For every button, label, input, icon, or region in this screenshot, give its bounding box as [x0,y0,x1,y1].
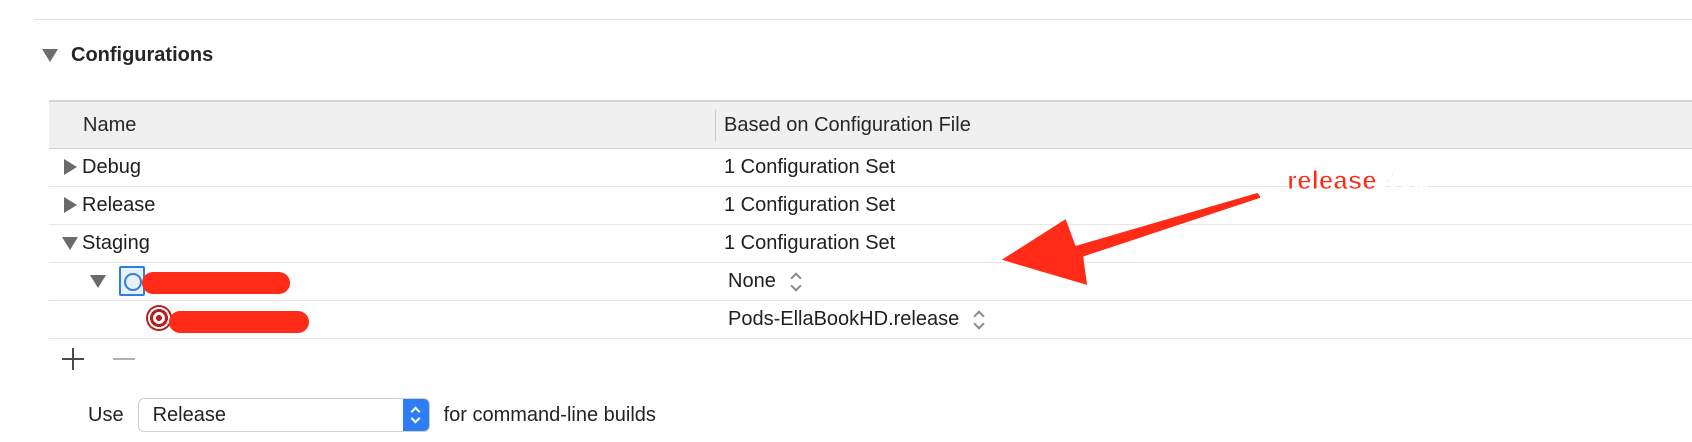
disclosure-triangle-down-icon[interactable] [90,275,106,288]
config-file: 1 Configuration Set [724,194,896,216]
annotation-arrow-icon [1000,191,1260,287]
command-line-suffix-label: for command-line builds [443,403,656,426]
table-header: Name Based on Configuration File [49,102,1692,149]
config-name: Staging [82,232,150,254]
configurations-table: Name Based on Configuration File Debug 1… [49,100,1692,344]
disclosure-triangle-down-icon[interactable] [42,48,58,62]
config-file: 1 Configuration Set [724,156,896,178]
stepper-arrows-icon[interactable] [973,309,985,331]
table-row-debug[interactable]: Debug 1 Configuration Set [49,148,1692,187]
config-file-value: None [728,270,776,292]
stepper-arrows-icon[interactable] [790,271,802,293]
column-header-configuration-file[interactable]: Based on Configuration File [724,102,971,148]
redaction-mark [169,311,309,333]
use-label: Use [88,403,124,426]
section-title: Configurations [71,43,214,66]
disclosure-triangle-right-icon[interactable] [64,159,77,175]
command-line-config-popup[interactable]: Release [137,398,430,432]
add-configuration-button[interactable] [60,346,86,372]
table-row-project[interactable]: None [49,262,1692,301]
configurations-section-header[interactable]: Configurations [42,40,213,70]
config-file-value: Pods-EllaBookHD.release [728,308,960,330]
disclosure-triangle-down-icon[interactable] [62,237,78,250]
annotation-arrow-shape [1000,191,1260,287]
popup-arrows-icon[interactable] [402,399,429,431]
annotation-label: release环境 [1287,165,1430,196]
top-divider [34,19,1692,20]
column-header-name[interactable]: Name [83,102,136,148]
remove-configuration-button[interactable] [111,346,137,372]
target-icon [146,305,172,331]
config-file-popup[interactable]: Pods-EllaBookHD.release [728,300,985,338]
popup-selected-value: Release [152,404,226,426]
command-line-config-row: Use Release for command-line builds [88,398,656,432]
config-file: 1 Configuration Set [724,232,896,254]
table-row-target[interactable]: Pods-EllaBookHD.release [49,300,1692,339]
config-name: Debug [82,156,141,178]
table-row-release[interactable]: Release 1 Configuration Set [49,186,1692,225]
config-file-popup[interactable]: None [728,262,802,300]
config-name: Release [82,194,156,216]
column-separator[interactable] [715,110,716,142]
disclosure-triangle-right-icon[interactable] [64,197,77,213]
table-row-staging[interactable]: Staging 1 Configuration Set [49,224,1692,263]
redaction-mark [142,272,290,294]
